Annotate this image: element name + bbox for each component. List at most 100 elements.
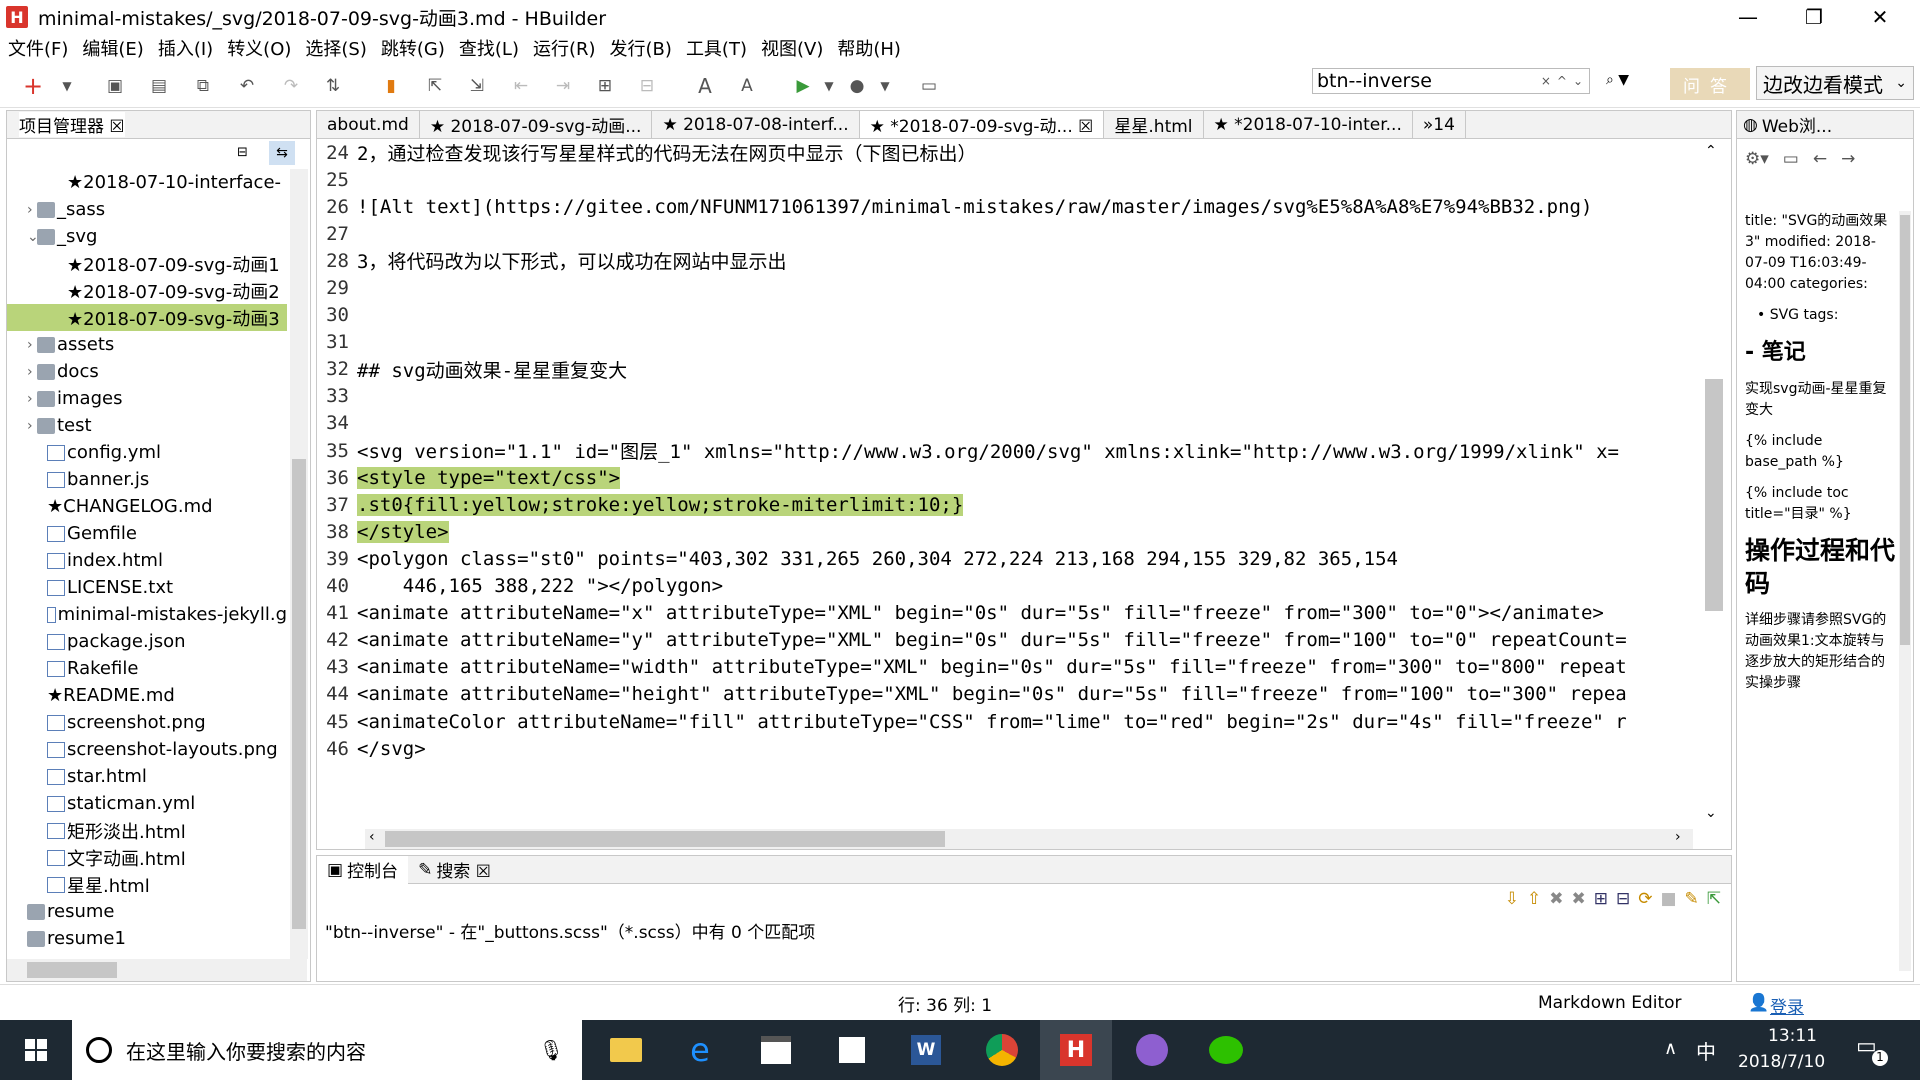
- tree-item[interactable]: ★2018-07-10-interface-: [7, 169, 287, 196]
- tree-item[interactable]: 矩形淡出.html: [7, 817, 287, 844]
- next-icon[interactable]: ⇥: [552, 75, 574, 97]
- scrollbar-thumb[interactable]: [1705, 379, 1723, 611]
- code-line[interactable]: 41 <animate attributeName="x" attributeTy…: [317, 600, 1691, 627]
- code-line[interactable]: 25: [317, 166, 1691, 193]
- search-down-icon[interactable]: ⌄: [1573, 74, 1583, 88]
- save-icon[interactable]: ▣: [104, 75, 126, 97]
- tree-item[interactable]: banner.js: [7, 466, 287, 493]
- pin-icon[interactable]: ⇱: [1707, 889, 1721, 909]
- new-icon[interactable]: +: [22, 72, 44, 100]
- menu-run[interactable]: 运行(R): [533, 35, 596, 61]
- menu-publish[interactable]: 发行(B): [610, 35, 672, 61]
- editor-tab[interactable]: ★ *2018-07-09-svg-动... ☒: [859, 111, 1105, 138]
- menu-goto[interactable]: 跳转(G): [381, 35, 445, 61]
- tree-item[interactable]: › images: [7, 385, 287, 412]
- mode-select[interactable]: 边改边看模式 ⌄: [1756, 66, 1914, 100]
- tree-item[interactable]: star.html: [7, 763, 287, 790]
- back-icon[interactable]: ←: [1813, 149, 1827, 169]
- chrome-icon[interactable]: [966, 1020, 1038, 1080]
- tree-horizontal-scrollbar[interactable]: [7, 959, 307, 981]
- code-line[interactable]: 34: [317, 410, 1691, 437]
- tree-item[interactable]: › test: [7, 412, 287, 439]
- code-area[interactable]: 24 2，通过检查发现该行写星星样式的代码无法在网页中显示（下图已标出） 25 26!…: [317, 139, 1691, 829]
- comment-icon[interactable]: ▭: [918, 75, 940, 97]
- cancel-icon[interactable]: ■: [1660, 889, 1676, 909]
- ask-button[interactable]: 问答: [1670, 68, 1750, 100]
- tree-item[interactable]: ★CHANGELOG.md: [7, 493, 287, 520]
- tree-item[interactable]: screenshot.png: [7, 709, 287, 736]
- run-icon[interactable]: ▶: [792, 75, 814, 97]
- expand-toggle-icon[interactable]: ›: [27, 337, 33, 353]
- tree-item[interactable]: 文字动画.html: [7, 844, 287, 871]
- scrollbar-thumb[interactable]: [385, 831, 945, 847]
- font-increase-icon[interactable]: A: [694, 74, 716, 98]
- collapse-all-results-icon[interactable]: ⊟: [1616, 889, 1630, 909]
- editor-horizontal-scrollbar[interactable]: ‹ ›: [365, 829, 1693, 849]
- wechat-icon[interactable]: [1190, 1020, 1262, 1080]
- tree-item[interactable]: LICENSE.txt: [7, 574, 287, 601]
- code-line[interactable]: 37 .st0{fill:yellow;stroke:yellow;stroke-…: [317, 491, 1691, 518]
- tree-item[interactable]: index.html: [7, 547, 287, 574]
- code-line[interactable]: 36 <style type="text/css">: [317, 464, 1691, 491]
- editor-tab[interactable]: ★ *2018-07-10-inter...: [1204, 111, 1413, 138]
- project-manager-tab[interactable]: 项目管理器 ☒: [19, 112, 125, 137]
- file-explorer-icon[interactable]: [590, 1020, 662, 1080]
- code-line[interactable]: 44 <animate attributeName="height" attrib…: [317, 681, 1691, 708]
- expand-toggle-icon[interactable]: ›: [27, 202, 33, 218]
- scroll-left-icon[interactable]: ‹: [369, 829, 375, 845]
- collapse-all-icon[interactable]: ⊟: [237, 145, 248, 160]
- refresh-icon[interactable]: ⟳: [1638, 889, 1652, 909]
- code-line[interactable]: 33: [317, 383, 1691, 410]
- run-dropdown-icon[interactable]: ▼: [818, 75, 840, 97]
- tree-item[interactable]: ★2018-07-09-svg-动画1: [7, 250, 287, 277]
- settings-icon[interactable]: ⚙▾: [1745, 149, 1769, 169]
- word-icon[interactable]: W: [890, 1020, 962, 1080]
- editor-tab[interactable]: ★ 2018-07-08-interf...: [652, 111, 860, 138]
- expand-toggle-icon[interactable]: ›: [27, 391, 33, 407]
- open-icon[interactable]: ⇱: [424, 75, 446, 97]
- scrollbar-thumb[interactable]: [27, 962, 117, 978]
- menu-edit[interactable]: 编辑(E): [82, 35, 143, 61]
- code-line[interactable]: 24 2，通过检查发现该行写星星样式的代码无法在网页中显示（下图已标出）: [317, 139, 1691, 166]
- hbuilder-taskbar-icon[interactable]: H: [1040, 1020, 1112, 1080]
- scroll-down-icon[interactable]: ⌄: [1705, 805, 1717, 821]
- save-all-icon[interactable]: ▤: [148, 75, 170, 97]
- browser-icon[interactable]: ●: [846, 75, 868, 97]
- maximize-button[interactable]: ❐: [1784, 0, 1844, 34]
- web-scrollbar[interactable]: [1899, 211, 1911, 971]
- tree-item[interactable]: › docs: [7, 358, 287, 385]
- preview-icon[interactable]: ⊞: [594, 75, 616, 97]
- tree-item[interactable]: resume1: [7, 925, 287, 952]
- forward-icon[interactable]: →: [1841, 149, 1855, 169]
- tree-item[interactable]: ★2018-07-09-svg-动画2: [7, 277, 287, 304]
- code-line[interactable]: 29: [317, 274, 1691, 301]
- web-panel-tab[interactable]: Web浏...: [1762, 112, 1832, 137]
- tree-item[interactable]: › _sass: [7, 196, 287, 223]
- tree-item[interactable]: minimal-mistakes-jekyll.g: [7, 601, 287, 628]
- tree-item[interactable]: ⌄ _svg: [7, 223, 287, 250]
- compare-icon[interactable]: ⊟: [636, 75, 658, 97]
- expand-all-icon[interactable]: ⊞: [1594, 889, 1608, 909]
- tab-search[interactable]: ✎ 搜索 ☒: [408, 856, 501, 884]
- expand-toggle-icon[interactable]: ›: [27, 364, 33, 380]
- bookmark-icon[interactable]: ▮: [380, 75, 402, 97]
- menu-help[interactable]: 帮助(H): [837, 35, 901, 61]
- prev-match-icon[interactable]: ⇧: [1527, 889, 1541, 909]
- revert-icon[interactable]: ⧉: [192, 75, 214, 97]
- code-line[interactable]: 43 <animate attributeName="width" attribu…: [317, 654, 1691, 681]
- new-dropdown-icon[interactable]: ▼: [56, 75, 78, 97]
- code-line[interactable]: 28 3，将代码改为以下形式，可以成功在网站中显示出: [317, 247, 1691, 274]
- code-line[interactable]: 45 <animateColor attributeName="fill" att…: [317, 708, 1691, 735]
- tray-expand-icon[interactable]: ∧: [1664, 1038, 1677, 1059]
- code-line[interactable]: 30: [317, 302, 1691, 329]
- code-line[interactable]: 38 </style>: [317, 518, 1691, 545]
- store-icon[interactable]: [740, 1020, 812, 1080]
- editor-tab[interactable]: ★ 2018-07-09-svg-动画...: [420, 111, 653, 138]
- tree-item[interactable]: Rakefile: [7, 655, 287, 682]
- tree-vertical-scrollbar[interactable]: [290, 169, 308, 959]
- undo-icon[interactable]: ↶: [236, 75, 258, 97]
- code-line[interactable]: 31: [317, 329, 1691, 356]
- scroll-up-icon[interactable]: ⌃: [1705, 143, 1717, 159]
- tree-item[interactable]: ★README.md: [7, 682, 287, 709]
- taskbar-search-box[interactable]: 在这里输入你要搜索的内容 🎙: [72, 1020, 582, 1080]
